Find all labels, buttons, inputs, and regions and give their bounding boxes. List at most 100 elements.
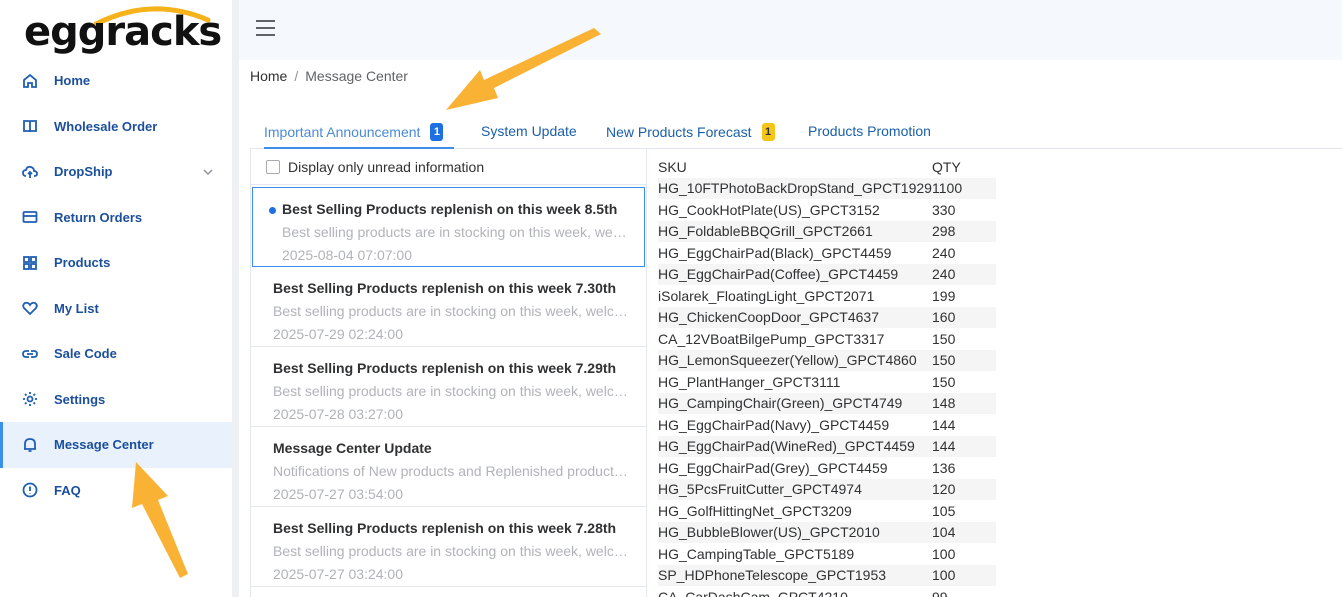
sidebar-item-wholesale-order[interactable]: Wholesale Order (0, 104, 232, 150)
qty-cell: 240 (932, 244, 956, 261)
table-row: HG_EggChairPad(Black)_GPCT4459 240 (658, 242, 996, 264)
sidebar-item-home[interactable]: Home (0, 58, 232, 104)
breadcrumb-separator: / (294, 68, 299, 84)
sidebar-item-dropship[interactable]: DropShip (0, 149, 232, 195)
sku-cell: HG_FoldableBBQGrill_GPCT2661 (658, 220, 932, 242)
table-row: HG_CampingTable_GPCT5189 100 (658, 543, 996, 565)
table-row: HG_LemonSqueezer(Yellow)_GPCT4860 150 (658, 349, 996, 371)
message-item[interactable]: Message Center Update Notifications of N… (251, 427, 646, 507)
card-icon (22, 209, 38, 225)
sidebar-item-settings[interactable]: Settings (0, 377, 232, 423)
tab-system-update[interactable]: System Update (481, 123, 577, 139)
message-title: Best Selling Products replenish on this … (273, 360, 617, 376)
sku-cell: CA_12VBoatBilgePump_GPCT3317 (658, 330, 885, 347)
tab-important-announcement[interactable]: Important Announcement 1 (264, 123, 444, 141)
qty-cell: 150 (932, 373, 956, 390)
qty-cell: 99 (932, 588, 948, 597)
sku-cell: HG_10FTPhotoBackDropStand_GPCT1929 (658, 177, 932, 199)
qty-cell: 136 (932, 459, 956, 476)
message-preview: Best selling products are in stocking on… (273, 383, 631, 399)
sidebar-item-label: My List (54, 300, 99, 316)
message-list: Display only unread information Best Sel… (250, 149, 647, 597)
table-row: CA_CarDashCam_GPCT4210 99 (658, 586, 996, 597)
qty-cell: 1100 (932, 177, 996, 199)
table-row: iSolarek_FloatingLight_GPCT2071 199 (658, 285, 996, 307)
sidebar: eggracks Home Wholesale Order DropShip R… (0, 0, 232, 597)
tab-products-promotion[interactable]: Products Promotion (808, 123, 931, 139)
table-row: HG_ChickenCoopDoor_GPCT4637 160 (658, 306, 996, 328)
message-preview: Best selling products are in stocking on… (273, 543, 631, 559)
unread-count-badge: 1 (430, 123, 444, 141)
top-header (239, 0, 1342, 60)
sidebar-item-label: FAQ (54, 482, 81, 498)
message-item[interactable]: Best Selling Products replenish on this … (251, 267, 646, 347)
qty-cell: 240 (932, 263, 996, 285)
sidebar-item-label: Home (54, 73, 91, 89)
sidebar-item-return-orders[interactable]: Return Orders (0, 195, 232, 241)
sidebar-item-message-center[interactable]: Message Center (0, 422, 232, 468)
sku-cell: HG_EggChairPad(Navy)_GPCT4459 (658, 416, 890, 433)
sidebar-item-products[interactable]: Products (0, 240, 232, 286)
sku-cell: SP_HDPhoneTelescope_GPCT1953 (658, 564, 932, 586)
tab-new-products-forecast[interactable]: New Products Forecast 1 (606, 123, 775, 141)
sidebar-item-sale-code[interactable]: Sale Code (0, 331, 232, 377)
chevron-down-icon[interactable] (202, 165, 214, 177)
sku-cell: HG_EggChairPad(WineRed)_GPCT4459 (658, 435, 932, 457)
link-icon (22, 346, 38, 362)
message-item[interactable]: Best Selling Products replenish on this … (251, 507, 646, 587)
home-icon (22, 73, 38, 89)
sku-cell: HG_EggChairPad(Black)_GPCT4459 (658, 244, 892, 261)
qty-cell: 144 (932, 416, 956, 433)
message-item-selected[interactable]: Best Selling Products replenish on this … (252, 187, 645, 267)
checkbox-label: Display only unread information (288, 158, 485, 175)
message-time: 2025-07-29 02:24:00 (273, 326, 403, 342)
sku-cell: HG_5PcsFruitCutter_GPCT4974 (658, 478, 932, 500)
table-row: HG_CookHotPlate(US)_GPCT3152 330 (658, 199, 996, 221)
sku-table-body: HG_10FTPhotoBackDropStand_GPCT1929 1100 HG… (658, 177, 996, 597)
table-row: HG_EggChairPad(Grey)_GPCT4459 136 (658, 457, 996, 479)
sku-cell: HG_CampingChair(Green)_GPCT4749 (658, 392, 932, 414)
info-icon (22, 482, 38, 498)
message-preview: Notifications of New products and Replen… (273, 463, 631, 479)
sidebar-item-label: Products (54, 255, 111, 271)
table-row: HG_BubbleBlower(US)_GPCT2010 104 (658, 521, 996, 543)
qty-cell: 120 (932, 478, 996, 500)
menu-toggle-icon[interactable] (256, 20, 275, 36)
table-row: HG_10FTPhotoBackDropStand_GPCT1929 1100 (658, 177, 996, 199)
sidebar-item-label: Wholesale Order (54, 118, 158, 134)
tab-label: System Update (481, 123, 577, 139)
checkbox-icon[interactable] (266, 159, 280, 174)
qty-cell: 298 (932, 220, 996, 242)
sidebar-nav: Home Wholesale Order DropShip Return Ord… (0, 58, 232, 513)
message-time: 2025-08-04 07:07:00 (282, 247, 412, 263)
sidebar-item-label: Return Orders (54, 209, 143, 225)
sku-cell: HG_CookHotPlate(US)_GPCT3152 (658, 201, 880, 218)
table-row: HG_FoldableBBQGrill_GPCT2661 298 (658, 220, 996, 242)
message-time: 2025-07-27 03:54:00 (273, 486, 403, 502)
breadcrumb-home-link[interactable]: Home (250, 68, 287, 84)
sku-cell: HG_EggChairPad(Grey)_GPCT4459 (658, 459, 888, 476)
sku-cell: HG_LemonSqueezer(Yellow)_GPCT4860 (658, 349, 932, 371)
breadcrumb: Home / Message Center (250, 68, 408, 84)
unread-only-checkbox[interactable]: Display only unread information (251, 149, 646, 185)
qty-cell: 105 (932, 502, 956, 519)
sku-cell: CA_CarDashCam_GPCT4210 (658, 588, 848, 597)
tab-label: Products Promotion (808, 123, 931, 139)
sku-header: SKU (658, 158, 687, 175)
message-time: 2025-07-27 03:24:00 (273, 566, 403, 582)
cloud-upload-icon (22, 164, 38, 180)
qty-cell: 199 (932, 287, 956, 304)
sidebar-item-faq[interactable]: FAQ (0, 468, 232, 514)
message-title: Best Selling Products replenish on this … (273, 520, 617, 536)
sku-qty-table: SKU QTY HG_10FTPhotoBackDropStand_GPCT19… (658, 156, 996, 597)
qty-cell: 150 (932, 349, 996, 371)
heart-icon (22, 300, 38, 316)
table-row: HG_EggChairPad(Coffee)_GPCT4459 240 (658, 263, 996, 285)
breadcrumb-current: Message Center (305, 68, 408, 84)
message-item[interactable]: Best Selling Products replenish on this … (251, 347, 646, 427)
sidebar-item-label: Message Center (54, 437, 154, 453)
qty-cell: 330 (932, 201, 956, 218)
sidebar-item-my-list[interactable]: My List (0, 286, 232, 332)
brand-logo[interactable]: eggracks (22, 6, 222, 56)
sidebar-scrollbar[interactable] (232, 0, 239, 597)
